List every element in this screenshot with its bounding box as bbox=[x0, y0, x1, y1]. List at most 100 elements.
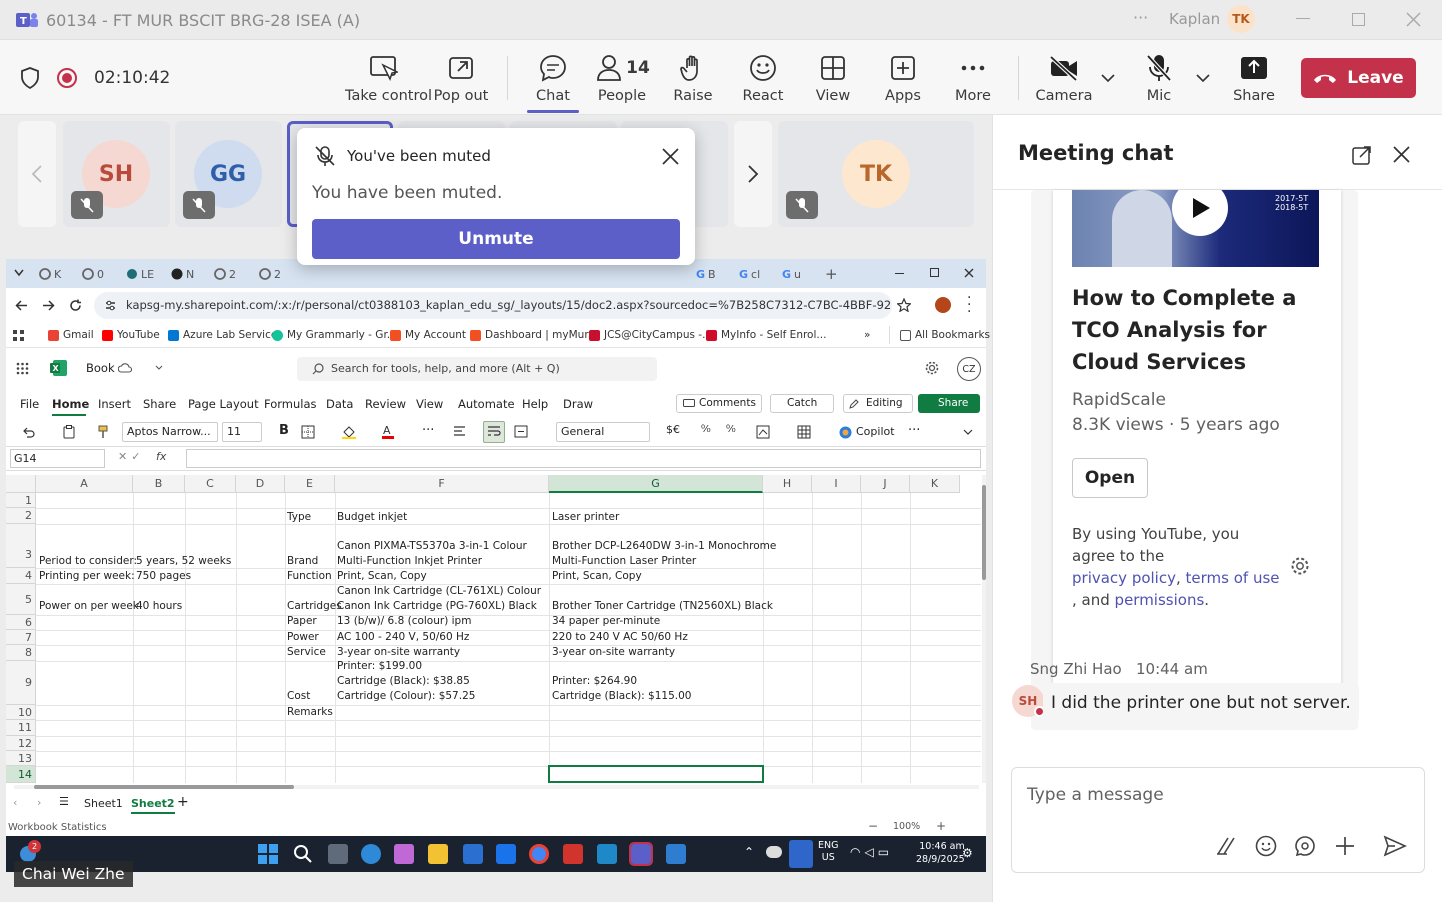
row-header[interactable]: 12 bbox=[6, 736, 36, 751]
decimal-increase-icon[interactable]: ⁰⁄₀ bbox=[726, 424, 736, 435]
cell-e7[interactable]: Power bbox=[287, 631, 319, 643]
browser-tab[interactable]: LE bbox=[126, 265, 154, 283]
input-language[interactable]: ENG US bbox=[818, 840, 838, 864]
snipping-icon[interactable] bbox=[666, 844, 686, 864]
column-header[interactable]: I bbox=[812, 475, 861, 493]
cell-g2[interactable]: Laser printer bbox=[552, 511, 619, 523]
terms-of-use-link[interactable]: terms of use bbox=[1186, 569, 1280, 587]
horizontal-scrollbar[interactable] bbox=[14, 785, 979, 789]
borders-icon[interactable] bbox=[301, 425, 315, 439]
all-bookmarks[interactable]: All Bookmarks bbox=[900, 329, 990, 341]
row-header-selected[interactable]: 14 bbox=[6, 766, 36, 783]
cell-b3[interactable]: 5 years, 52 weeks bbox=[136, 555, 231, 567]
participant-tile-sh[interactable]: SH bbox=[63, 121, 170, 227]
row-header[interactable]: 3 bbox=[6, 524, 36, 568]
mic-tray-icon[interactable] bbox=[789, 840, 813, 868]
format-icon[interactable] bbox=[1215, 835, 1237, 857]
browser-minimize-icon[interactable] bbox=[895, 273, 904, 274]
permissions-link[interactable]: permissions bbox=[1115, 591, 1205, 609]
tab-page-layout[interactable]: Page Layout bbox=[188, 397, 259, 411]
cell-f4[interactable]: Print, Scan, Copy bbox=[337, 570, 427, 582]
select-all-corner[interactable] bbox=[6, 475, 36, 493]
store-icon[interactable] bbox=[463, 844, 483, 864]
cell-f5-line1[interactable]: Canon Ink Cartridge (CL-761XL) Colour bbox=[337, 585, 541, 597]
view-button[interactable]: View bbox=[795, 52, 871, 104]
selected-cell-g14[interactable] bbox=[548, 765, 764, 783]
participant-tile-gg[interactable]: GG bbox=[175, 121, 282, 227]
row-header[interactable]: 2 bbox=[6, 508, 36, 524]
cell-f6[interactable]: 13 (b/w)/ 6.8 (colour) ipm bbox=[337, 615, 471, 627]
mic-button[interactable]: Mic bbox=[1121, 52, 1197, 104]
share-button[interactable]: Share bbox=[1216, 52, 1292, 104]
account-avatar[interactable]: TK bbox=[1227, 5, 1255, 33]
cell-g3-line1[interactable]: Brother DCP-L2640DW 3-in-1 Monochrome bbox=[552, 540, 776, 552]
browser-tab[interactable]: Gcl bbox=[739, 265, 760, 283]
conditional-format-icon[interactable] bbox=[756, 425, 770, 439]
column-header[interactable]: A bbox=[36, 475, 133, 493]
open-video-button[interactable]: Open bbox=[1072, 458, 1148, 498]
browser-restore-icon[interactable] bbox=[930, 268, 939, 277]
cell-g9-line2[interactable]: Cartridge (Black): $115.00 bbox=[552, 690, 691, 702]
row-header[interactable]: 10 bbox=[6, 705, 36, 720]
zoom-in-icon[interactable]: + bbox=[936, 819, 946, 833]
column-header-selected[interactable]: G bbox=[549, 475, 763, 493]
column-header[interactable]: B bbox=[133, 475, 185, 493]
row-header[interactable]: 9 bbox=[6, 661, 36, 705]
cell-e2[interactable]: Type bbox=[287, 511, 311, 523]
column-header[interactable]: K bbox=[910, 475, 960, 493]
browser-tab[interactable]: 2 bbox=[259, 265, 281, 283]
align-icon[interactable] bbox=[453, 426, 466, 438]
zoom-level[interactable]: 100% bbox=[893, 821, 920, 832]
row-header[interactable]: 1 bbox=[6, 493, 36, 508]
spreadsheet-grid[interactable]: A B C D E F G H I J K 1 2 3 4 5 6 7 8 9 … bbox=[6, 475, 981, 783]
column-header[interactable]: E bbox=[285, 475, 335, 493]
task-view-icon[interactable] bbox=[328, 844, 348, 864]
tab-search-chevron-icon[interactable] bbox=[14, 269, 24, 277]
browser-tab[interactable]: 2 bbox=[214, 265, 236, 283]
chat-message-bubble[interactable]: I did the printer one but not server. bbox=[1043, 683, 1359, 723]
gallery-next-button[interactable] bbox=[734, 121, 772, 227]
reload-icon[interactable] bbox=[69, 299, 82, 312]
search-icon[interactable] bbox=[293, 844, 313, 864]
more-tools-icon[interactable]: ··· bbox=[908, 423, 920, 438]
tab-view[interactable]: View bbox=[416, 397, 443, 411]
column-header[interactable]: C bbox=[185, 475, 236, 493]
apps-grid-icon[interactable] bbox=[13, 330, 24, 341]
pop-out-button[interactable]: Pop out bbox=[423, 52, 499, 104]
sheet-prev-icon[interactable]: ‹ bbox=[13, 796, 17, 809]
account-name[interactable]: Kaplan bbox=[1169, 10, 1220, 28]
cell-f3-line1[interactable]: Canon PIXMA-TS5370a 3-in-1 Colour bbox=[337, 540, 527, 552]
row-header[interactable]: 4 bbox=[6, 568, 36, 584]
row-header[interactable]: 7 bbox=[6, 630, 36, 645]
network-volume-battery-icons[interactable]: ◠◁▭ bbox=[850, 845, 893, 859]
bold-icon[interactable]: B bbox=[279, 423, 289, 438]
edge-icon[interactable] bbox=[361, 844, 381, 864]
cell-a3[interactable]: Period to consider: bbox=[39, 555, 137, 567]
react-button[interactable]: React bbox=[725, 52, 801, 104]
take-control-button[interactable]: Take control bbox=[345, 52, 432, 104]
column-header[interactable]: F bbox=[335, 475, 549, 493]
clock[interactable]: 10:46 am 28/9/2025 bbox=[916, 840, 965, 866]
name-box[interactable]: G14 bbox=[10, 449, 105, 468]
file-explorer-icon[interactable] bbox=[428, 844, 448, 864]
decimal-decrease-icon[interactable]: ⁰⁄₀ bbox=[701, 424, 711, 435]
windows-start-icon[interactable] bbox=[258, 844, 278, 864]
cell-e8[interactable]: Service bbox=[287, 646, 326, 658]
settings-gear-icon[interactable] bbox=[1290, 556, 1310, 576]
cell-a5[interactable]: Power on per week: bbox=[39, 600, 142, 612]
cell-e3[interactable]: Brand bbox=[287, 555, 318, 567]
cell-e5[interactable]: Cartridges bbox=[287, 600, 342, 612]
onedrive-icon[interactable] bbox=[766, 846, 782, 858]
back-arrow-icon[interactable] bbox=[15, 299, 28, 312]
copilot-app-icon[interactable] bbox=[394, 844, 414, 864]
collapse-ribbon-icon[interactable] bbox=[963, 429, 973, 436]
leave-button[interactable]: Leave bbox=[1301, 58, 1416, 98]
share-workbook-button[interactable]: Share bbox=[918, 394, 980, 413]
cell-e6[interactable]: Paper bbox=[287, 615, 317, 627]
browser-tab[interactable]: Gu bbox=[782, 265, 801, 283]
cell-f7[interactable]: AC 100 - 240 V, 50/60 Hz bbox=[337, 631, 469, 643]
message-input[interactable]: Type a message bbox=[1027, 785, 1164, 805]
maximize-icon[interactable] bbox=[1352, 13, 1365, 26]
mic-options-chevron-icon[interactable] bbox=[1196, 73, 1210, 83]
camera-options-chevron-icon[interactable] bbox=[1101, 73, 1115, 83]
